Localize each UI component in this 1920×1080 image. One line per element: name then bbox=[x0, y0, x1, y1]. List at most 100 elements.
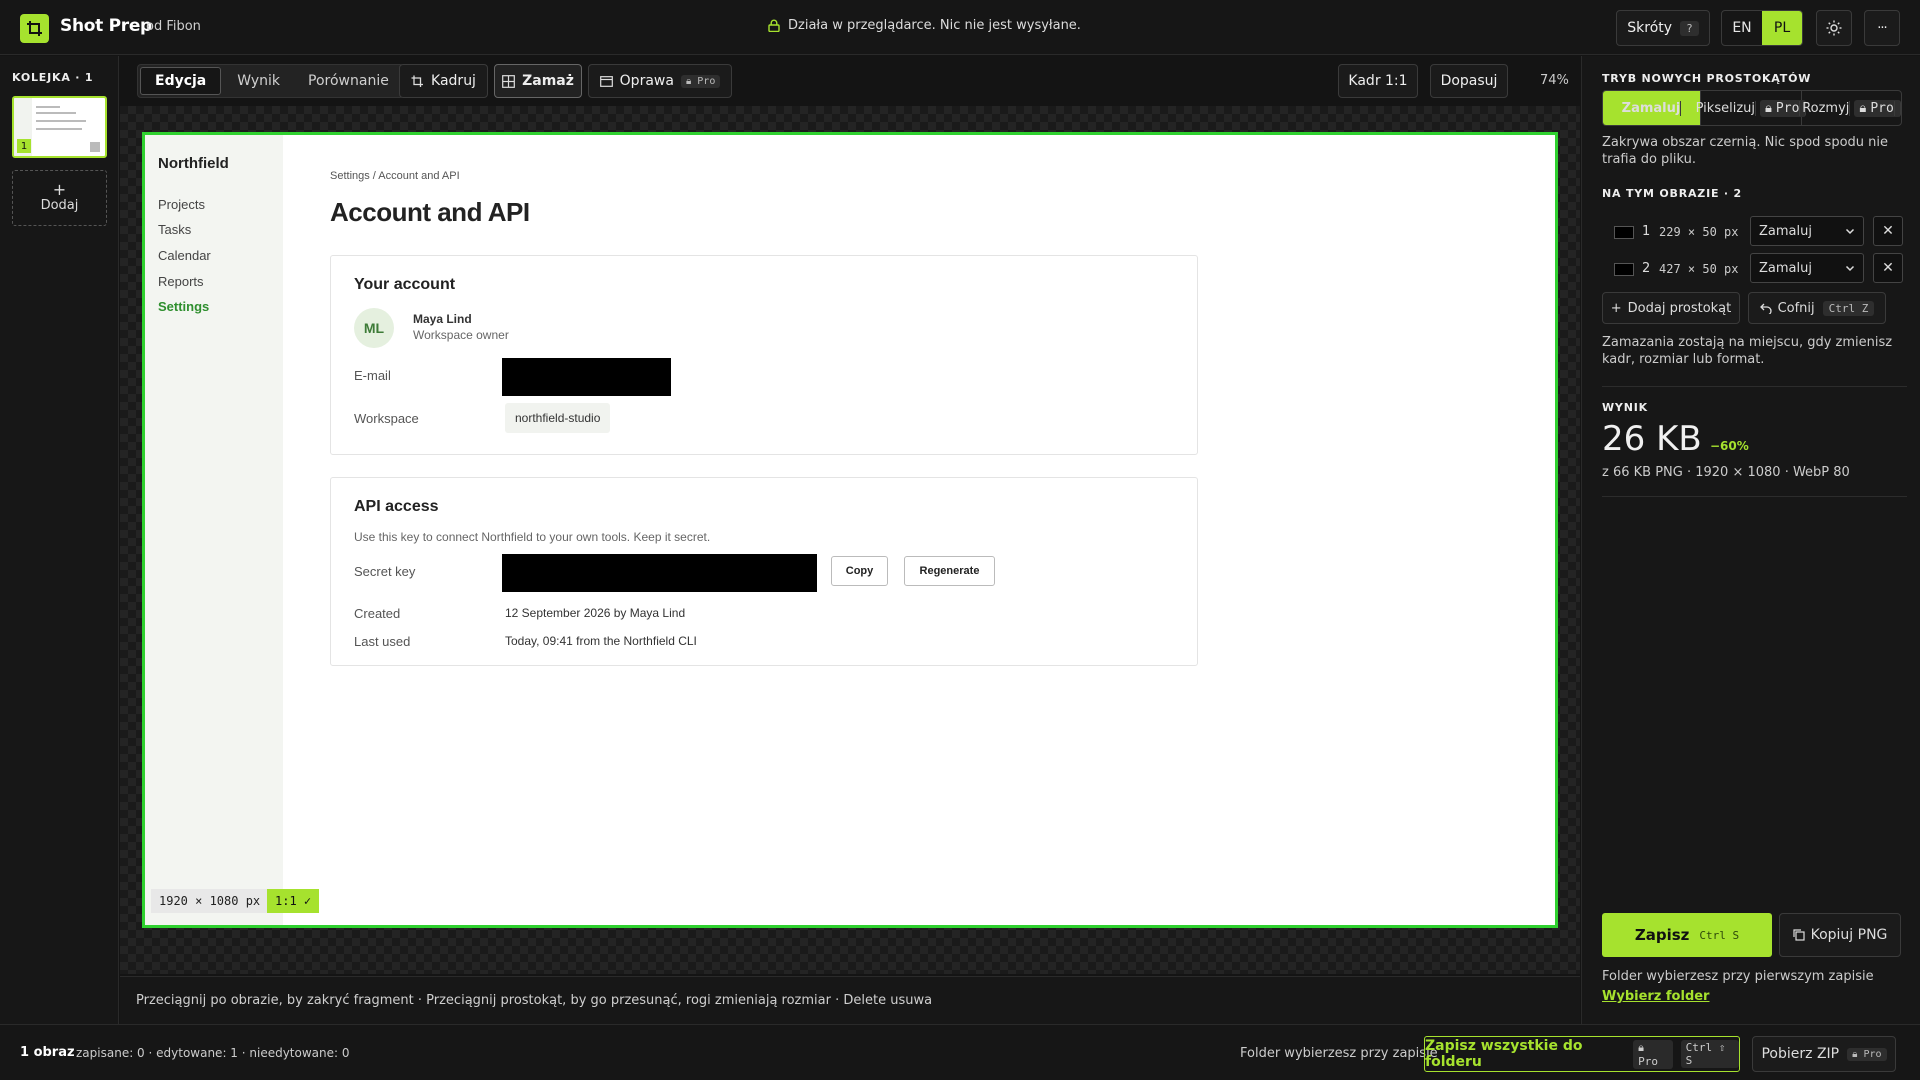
bottom-bar: 1 obraz zapisane: 0 · edytowane: 1 · nie… bbox=[0, 1024, 1920, 1080]
thumbnail-line bbox=[36, 128, 82, 130]
delete-rect-button[interactable]: ✕ bbox=[1873, 216, 1903, 246]
view-tabs: Edycja Wynik Porównanie bbox=[137, 64, 404, 98]
zoom-level[interactable]: 74% bbox=[1540, 73, 1569, 88]
thumbnail-line bbox=[36, 112, 76, 114]
privacy-status-text: Działa w przeglądarce. Nic nie jest wysy… bbox=[788, 18, 1081, 33]
theme-toggle-button[interactable] bbox=[1816, 10, 1852, 46]
preview-email-label: E-mail bbox=[354, 368, 391, 383]
copy-png-button[interactable]: Kopiuj PNG bbox=[1779, 913, 1901, 957]
plus-icon: + bbox=[52, 180, 67, 199]
crop-button[interactable]: Kadruj bbox=[399, 64, 488, 98]
pro-badge: 🔒︎ Pro bbox=[1847, 1047, 1887, 1061]
undo-key: Ctrl Z bbox=[1822, 300, 1875, 316]
screenshot-preview[interactable]: Northfield Projects Tasks Calendar Repor… bbox=[142, 132, 1558, 928]
preview-api-description: Use this key to connect Northfield to yo… bbox=[354, 530, 711, 544]
undo-icon bbox=[1759, 303, 1772, 314]
save-label: Zapisz bbox=[1634, 926, 1690, 944]
pro-text: Pro bbox=[1638, 1054, 1658, 1068]
tab-edit[interactable]: Edycja bbox=[140, 67, 222, 95]
top-bar: Shot Prep od Fibon Działa w przeglądarce… bbox=[0, 0, 1920, 55]
lang-en-button[interactable]: EN bbox=[1722, 11, 1762, 45]
frame-label: Oprawa bbox=[619, 73, 674, 89]
result-detail: z 66 KB PNG · 1920 × 1080 · WebP 80 bbox=[1602, 465, 1850, 480]
editor-canvas[interactable]: Northfield Projects Tasks Calendar Repor… bbox=[120, 106, 1580, 974]
mode-pixelate-button[interactable]: Pikselizuj 🔒︎ Pro bbox=[1696, 91, 1807, 125]
choose-folder-link[interactable]: Wybierz folder bbox=[1602, 989, 1709, 1004]
grid-icon bbox=[502, 74, 515, 88]
save-button[interactable]: Zapisz Ctrl S bbox=[1602, 913, 1772, 957]
add-image-label: Dodaj bbox=[40, 198, 79, 213]
lock-icon bbox=[768, 19, 780, 32]
app-vendor: od Fibon bbox=[146, 19, 201, 34]
folder-note: Folder wybierzesz przy pierwszym zapisie bbox=[1602, 969, 1874, 984]
preview-breadcrumb: Settings / Account and API bbox=[330, 170, 460, 182]
add-image-button[interactable]: + Dodaj bbox=[12, 170, 107, 226]
rect-mode-select[interactable]: Zamaluj bbox=[1750, 216, 1864, 246]
crop-label: Kadruj bbox=[431, 73, 476, 89]
shortcuts-button[interactable]: Skróty ? bbox=[1616, 10, 1710, 46]
crop-logo-icon bbox=[20, 14, 49, 43]
list-item: 1 229 × 50 px Zamaluj ✕ bbox=[1602, 216, 1907, 248]
avatar: ML bbox=[354, 308, 394, 348]
chevron-down-icon bbox=[1845, 228, 1855, 235]
plus-icon: + bbox=[1610, 300, 1622, 316]
language-switch: EN PL bbox=[1721, 10, 1803, 46]
preview-secret-label: Secret key bbox=[354, 564, 416, 579]
mode-fill-button[interactable]: Zamaluj bbox=[1603, 91, 1702, 125]
rect-mode-value: Zamaluj bbox=[1759, 223, 1812, 239]
mode-blur-button[interactable]: Rozmyj 🔒︎ Pro bbox=[1802, 91, 1901, 125]
ratio-badge: 1:1 ✓ bbox=[267, 889, 320, 913]
frame-button[interactable]: Oprawa 🔒︎ Pro bbox=[588, 64, 732, 98]
app-name: Shot Prep bbox=[60, 16, 152, 36]
sun-icon bbox=[1826, 20, 1842, 36]
undo-button[interactable]: Cofnij Ctrl Z bbox=[1748, 292, 1886, 324]
preview-user-name: Maya Lind bbox=[413, 312, 472, 326]
more-menu-button[interactable]: ··· bbox=[1864, 10, 1900, 46]
preview-user-role: Workspace owner bbox=[413, 328, 509, 342]
preview-nav-tasks: Tasks bbox=[158, 222, 192, 237]
redact-button[interactable]: Zamaż bbox=[494, 64, 582, 98]
preview-last-used-label: Last used bbox=[354, 634, 411, 649]
thumbnail-line bbox=[36, 106, 60, 108]
pro-badge: 🔒︎ Pro bbox=[680, 74, 721, 88]
redaction-rect-2[interactable] bbox=[502, 554, 817, 592]
thumbnail-index: 1 bbox=[17, 139, 31, 153]
tab-result[interactable]: Wynik bbox=[223, 65, 294, 97]
preview-nav-projects: Projects bbox=[158, 197, 205, 212]
rect-size: 427 × 50 px bbox=[1659, 262, 1739, 276]
pro-text: Pro bbox=[1870, 100, 1895, 116]
divider bbox=[1602, 386, 1907, 387]
add-rect-button[interactable]: + Dodaj prostokąt bbox=[1602, 292, 1740, 324]
ratio-button[interactable]: Kadr 1:1 bbox=[1338, 64, 1418, 98]
delete-rect-button[interactable]: ✕ bbox=[1873, 253, 1903, 283]
save-key: Ctrl S bbox=[1699, 928, 1740, 942]
preview-regenerate-button: Regenerate bbox=[904, 556, 995, 586]
redaction-rect-1[interactable] bbox=[502, 358, 671, 396]
app-root: Shot Prep od Fibon Działa w przeglądarce… bbox=[0, 0, 1920, 1080]
pro-text: Pro bbox=[697, 75, 716, 87]
save-all-button[interactable]: Zapisz wszystkie do folderu 🔒︎ Pro Ctrl … bbox=[1424, 1036, 1740, 1072]
preview-created-value: 12 September 2026 by Maya Lind bbox=[505, 606, 686, 620]
download-zip-button[interactable]: Pobierz ZIP 🔒︎ Pro bbox=[1752, 1036, 1896, 1072]
queue-title: KOLEJKA · 1 bbox=[12, 71, 94, 84]
image-count: 1 obraz bbox=[20, 1045, 75, 1060]
fit-button[interactable]: Dopasuj bbox=[1430, 64, 1508, 98]
persist-note: Zamazania zostają na miejscu, gdy zmieni… bbox=[1602, 335, 1893, 367]
rect-mode-select[interactable]: Zamaluj bbox=[1750, 253, 1864, 283]
thumbnail-line bbox=[36, 120, 86, 122]
rect-size: 229 × 50 px bbox=[1659, 225, 1739, 239]
add-rect-label: Dodaj prostokąt bbox=[1627, 300, 1732, 316]
save-all-key: Ctrl ⇧ S bbox=[1680, 1040, 1739, 1068]
tab-compare[interactable]: Porównanie bbox=[294, 65, 403, 97]
preview-account-title: Your account bbox=[354, 276, 456, 293]
divider bbox=[1602, 496, 1907, 497]
preview-nav-settings: Settings bbox=[158, 299, 210, 314]
mode-blur-label: Rozmyj bbox=[1802, 100, 1851, 116]
redact-label: Zamaż bbox=[522, 73, 574, 89]
queue-thumbnail[interactable]: 1 bbox=[12, 96, 107, 158]
lang-pl-button[interactable]: PL bbox=[1762, 11, 1802, 45]
image-stats: zapisane: 0 · edytowane: 1 · nieedytowan… bbox=[76, 1046, 350, 1060]
mode-pixelate-label: Pikselizuj bbox=[1695, 100, 1756, 116]
hint-text: Przeciągnij po obrazie, by zakryć fragme… bbox=[136, 993, 933, 1008]
preview-heading: Account and API bbox=[330, 197, 530, 227]
